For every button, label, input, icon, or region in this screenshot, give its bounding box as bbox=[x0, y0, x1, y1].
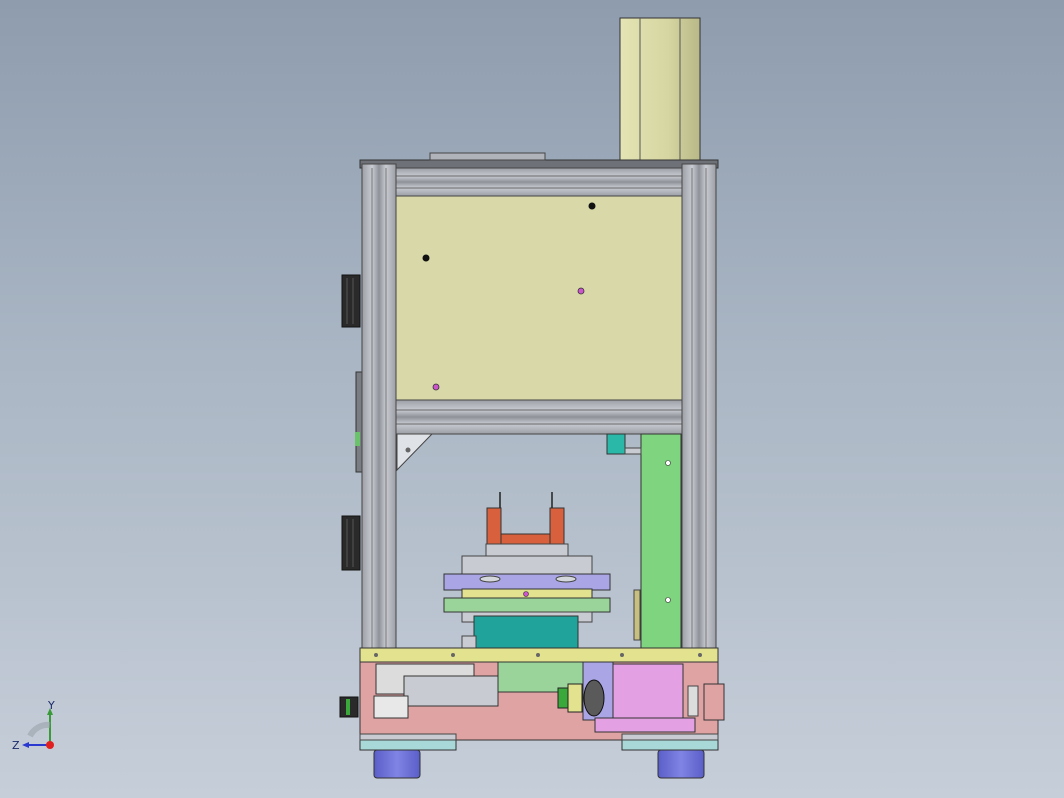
left-foot[interactable] bbox=[373, 749, 421, 779]
left-side-bracket bbox=[355, 371, 363, 473]
y-axis-label: Y bbox=[47, 699, 55, 712]
yellow-rail[interactable] bbox=[359, 647, 719, 663]
lavender-plate[interactable] bbox=[443, 573, 611, 591]
left-corner-bracket bbox=[396, 433, 434, 472]
sensor-bracket bbox=[624, 447, 642, 455]
left-base-leg bbox=[359, 733, 457, 741]
left-connector-lower[interactable] bbox=[341, 515, 361, 571]
left-connector-upper[interactable] bbox=[341, 274, 361, 328]
left-profile-column[interactable] bbox=[361, 163, 397, 651]
right-base-leg bbox=[621, 733, 719, 741]
right-side-rod bbox=[633, 589, 641, 641]
z-axis-label: Z bbox=[12, 739, 20, 752]
top-cylinder[interactable] bbox=[619, 17, 701, 165]
gripper-assembly[interactable] bbox=[461, 492, 593, 577]
middle-crossbar[interactable] bbox=[395, 399, 683, 435]
cover-panel[interactable] bbox=[395, 195, 683, 401]
x-axis-origin bbox=[46, 741, 54, 749]
teal-actuator-block[interactable] bbox=[461, 615, 579, 651]
left-connector-block[interactable] bbox=[373, 695, 409, 719]
right-fitting[interactable] bbox=[703, 683, 725, 721]
cad-viewport[interactable] bbox=[0, 0, 1064, 798]
coordinate-triad[interactable]: Y Z bbox=[8, 698, 68, 758]
left-side-green-tab bbox=[355, 432, 360, 446]
green-vertical-plate[interactable] bbox=[640, 433, 682, 649]
left-cyan-rail bbox=[359, 739, 457, 751]
sensor-block-teal[interactable] bbox=[606, 433, 626, 455]
right-profile-column[interactable] bbox=[681, 163, 717, 651]
right-cyan-rail bbox=[621, 739, 719, 751]
green-slide-plate[interactable] bbox=[443, 588, 611, 613]
right-foot[interactable] bbox=[657, 749, 705, 779]
